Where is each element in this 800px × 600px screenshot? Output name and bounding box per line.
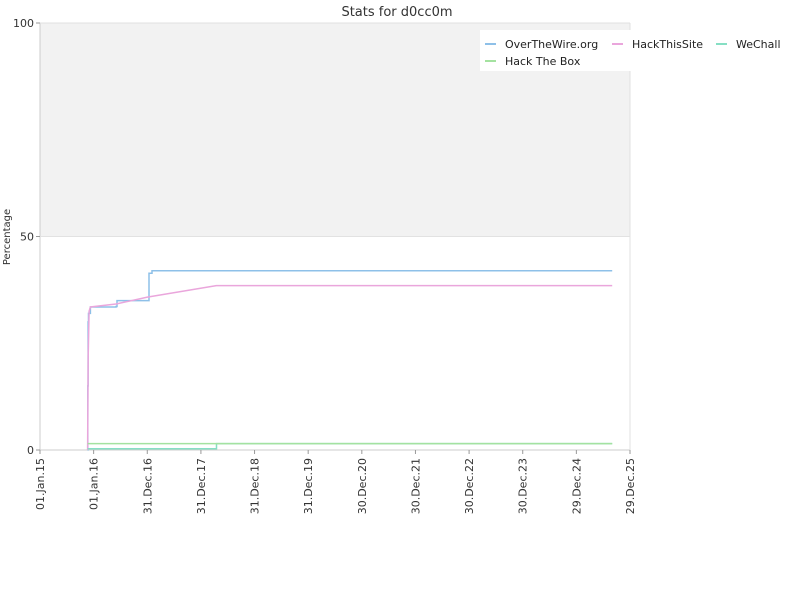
x-tick-label: 31.Dec.17 xyxy=(195,458,208,514)
x-tick-label: 29.Dec.25 xyxy=(624,458,637,514)
stats-chart: Stats for d0cc0m Percentage 0 50 100 01.Ja… xyxy=(2,5,781,514)
legend: OverTheWire.org HackThisSite WeChall Hack T… xyxy=(480,30,781,71)
x-tick-label: 30.Dec.23 xyxy=(517,458,530,514)
chart-title: Stats for d0cc0m xyxy=(341,5,452,20)
legend-label: HackThisSite xyxy=(632,38,703,51)
x-tick-label: 30.Dec.21 xyxy=(409,458,422,514)
y-tick-label: 0 xyxy=(27,444,34,457)
legend-label: WeChall xyxy=(736,38,781,51)
x-tick-label: 29.Dec.24 xyxy=(570,458,583,514)
y-axis-label: Percentage xyxy=(2,209,13,265)
x-tick-label: 31.Dec.18 xyxy=(249,458,262,514)
x-tick-label: 31.Dec.19 xyxy=(302,458,315,514)
y-tick-label: 50 xyxy=(20,231,34,244)
x-tick-label: 30.Dec.20 xyxy=(356,458,369,514)
legend-label: Hack The Box xyxy=(505,55,581,68)
x-tick-label: 01.Jan.15 xyxy=(34,458,47,510)
legend-label: OverTheWire.org xyxy=(505,38,598,51)
x-tick-label: 30.Dec.22 xyxy=(463,458,476,514)
x-tick-label: 01.Jan.16 xyxy=(88,458,101,510)
y-tick-label: 100 xyxy=(13,17,34,30)
x-tick-label: 31.Dec.16 xyxy=(141,458,154,514)
x-ticks: 01.Jan.15 01.Jan.16 31.Dec.16 31.Dec.17 31.D… xyxy=(34,450,637,514)
